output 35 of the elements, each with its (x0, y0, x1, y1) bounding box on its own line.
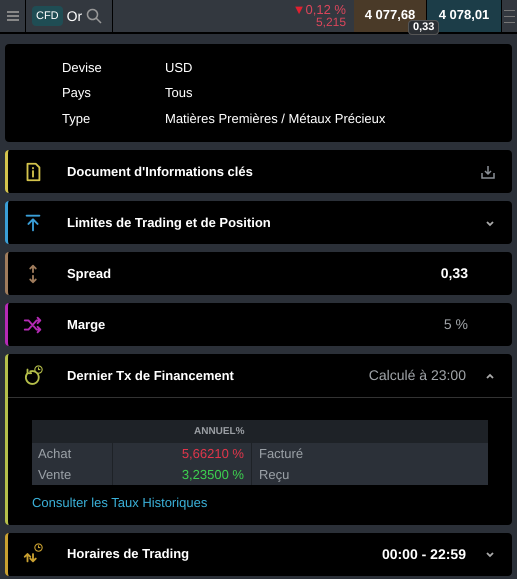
change-amount: 5,215 (316, 16, 346, 29)
info-value: Tous (165, 84, 192, 102)
section-value: 00:00 - 22:59 (382, 544, 466, 564)
change-percent: ▼0,12 % (292, 3, 346, 16)
table-cell-text: Facturé (258, 444, 304, 463)
section-value: 5 % (444, 315, 468, 334)
info-label: Devise (62, 58, 103, 77)
section-value: 0,33 (440, 264, 468, 283)
instrument-name: Or (66, 6, 82, 26)
info-label: Pays (62, 84, 92, 102)
section-title[interactable]: Horaires de Trading (67, 544, 382, 564)
cfd-badge: CFD (32, 6, 63, 26)
section-title[interactable]: Limites de Trading et de Position (67, 212, 484, 232)
table-cell-text: Reçu (258, 466, 290, 484)
arrows-clock-icon (22, 543, 44, 565)
search-icon[interactable] (86, 8, 102, 24)
menu-icon[interactable] (6, 10, 18, 22)
spread-label: 0,33 (408, 20, 440, 35)
section-title[interactable]: Document d'Informations clés (67, 162, 480, 182)
table-cell: 3,23500 % (112, 464, 252, 485)
shuffle-icon (22, 314, 44, 336)
section-title[interactable]: Spread (67, 264, 441, 284)
download-icon[interactable] (480, 164, 496, 180)
info-label: Type (62, 110, 92, 128)
section-title[interactable]: Dernier Tx de Financement (67, 366, 369, 386)
table-cell: 5,66210 % (112, 443, 252, 464)
section-value: Calculé à 23:00 (368, 366, 466, 385)
table-header: ANNUEL% (32, 420, 488, 443)
table-cell-text: Vente (37, 466, 72, 484)
historical-rates-link[interactable]: Consulter les Taux Historiques (32, 493, 208, 512)
section-title[interactable]: Marge (67, 314, 444, 334)
info-value: Matières Premières / Métaux Précieux (165, 110, 386, 128)
info-value: USD (165, 58, 192, 77)
refresh-clock-icon (22, 364, 44, 386)
table-cell-text: Achat (37, 444, 72, 463)
